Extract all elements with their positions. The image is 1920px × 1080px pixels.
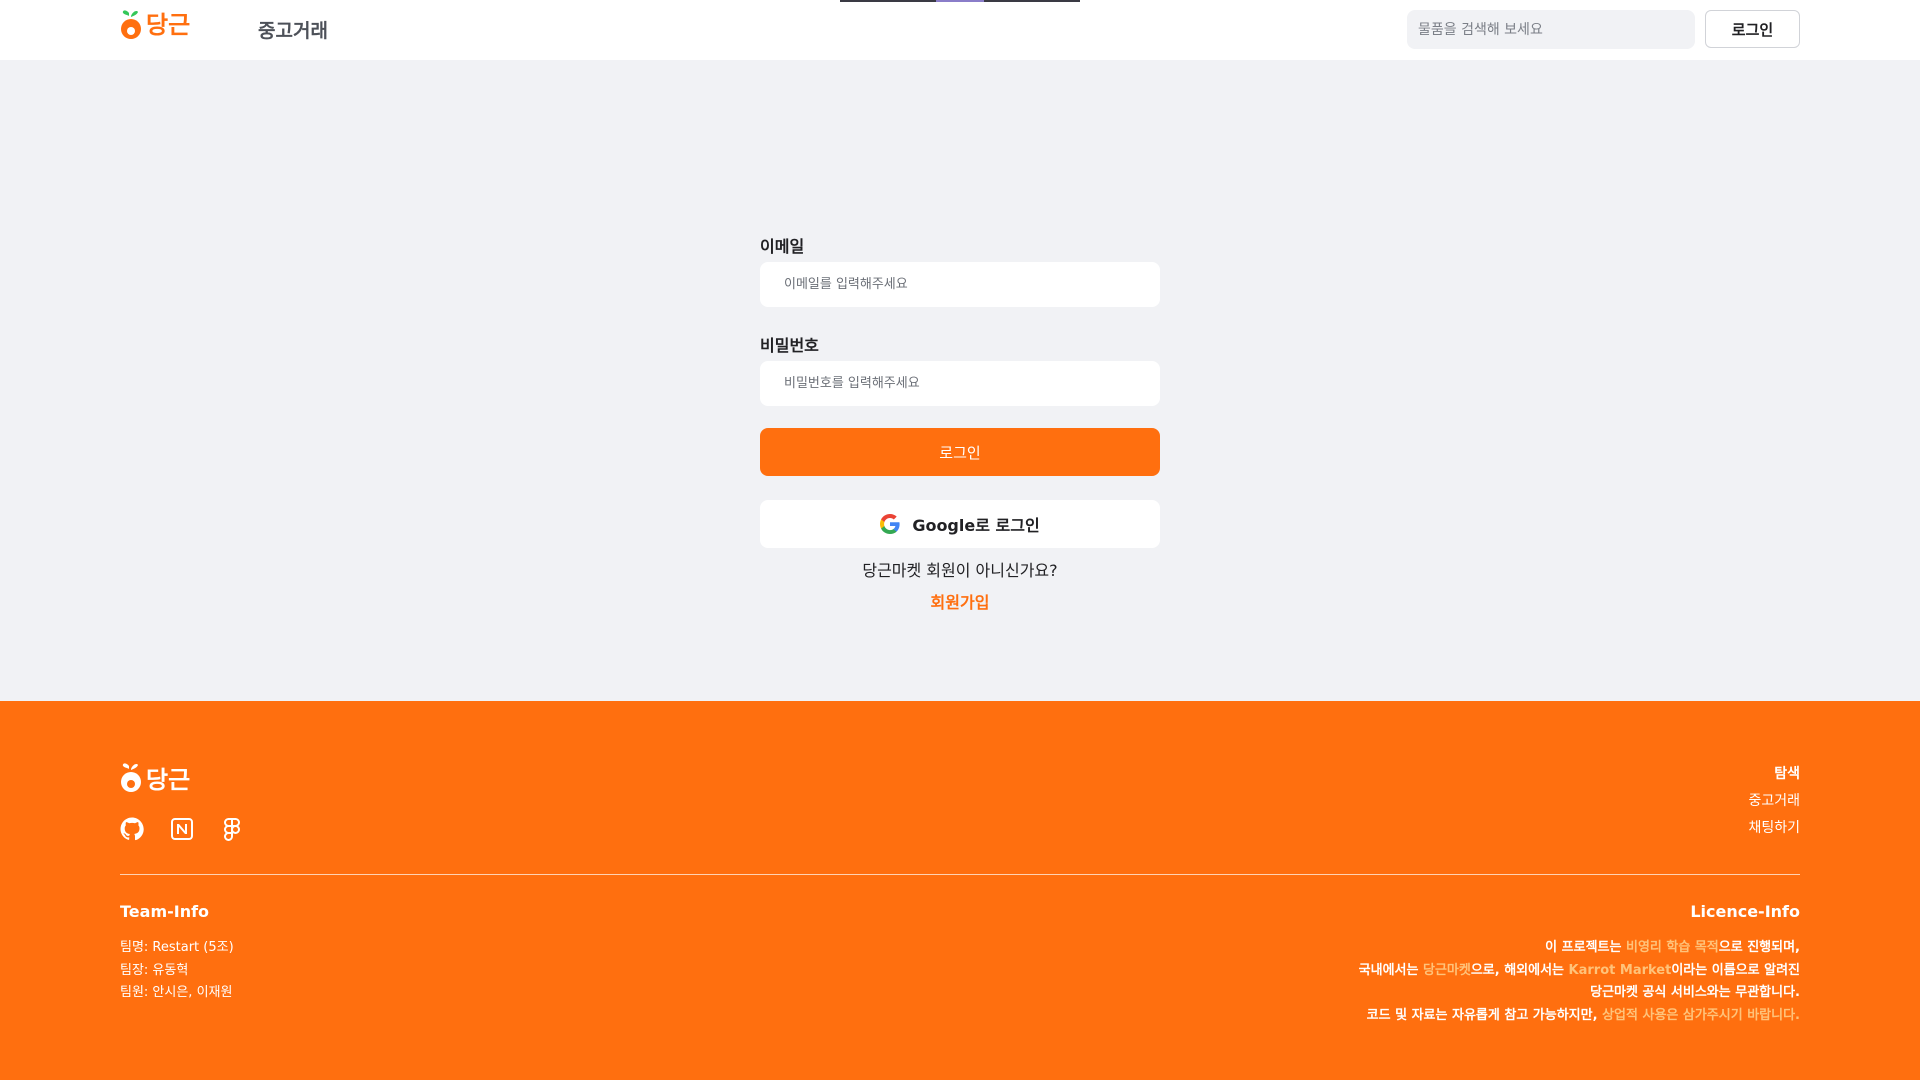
- licence-text: 국내에서는: [1358, 962, 1423, 978]
- figma-icon[interactable]: [220, 817, 244, 841]
- licence-line-1: 이 프로젝트는 비영리 학습 목적으로 진행되며,: [1359, 937, 1800, 960]
- licence-info-title: Licence-Info: [1690, 902, 1800, 921]
- password-label: 비밀번호: [760, 336, 819, 355]
- footer-divider: [120, 874, 1800, 875]
- not-member-text: 당근마켓 회원이 아니신가요?: [862, 561, 1058, 580]
- team-info-lines: 팀명: Restart (5조) 팀장: 유동혁 팀원: 안시은, 이재원: [120, 937, 234, 1005]
- github-icon[interactable]: [120, 817, 144, 841]
- licence-line-4: 코드 및 자료는 자유롭게 참고 가능하지만, 상업적 사용은 삼가주시기 바랍…: [1359, 1005, 1800, 1028]
- email-label: 이메일: [760, 237, 805, 256]
- licence-highlight: 비영리 학습 목적: [1625, 940, 1719, 955]
- footer-logo[interactable]: 당근: [120, 761, 190, 799]
- carrot-logo-icon: [120, 8, 142, 42]
- licence-highlight: 상업적 사용은 삼가주시기 바랍니다.: [1602, 1007, 1800, 1023]
- team-leader-line: 팀장: 유동혁: [120, 962, 189, 978]
- google-login-button[interactable]: Google로 로그인: [760, 500, 1160, 548]
- licence-text: 으로, 해외에서는: [1470, 962, 1569, 978]
- password-block: 비밀번호: [760, 334, 1160, 406]
- top-header: 당근 중고거래 로그인: [0, 0, 1920, 60]
- footer-nav-used-trade[interactable]: 중고거래: [1748, 788, 1800, 815]
- logo[interactable]: 당근: [120, 8, 190, 42]
- email-field[interactable]: [760, 262, 1160, 307]
- login-form: 이메일 비밀번호 로그인 Google로 로그인 당근마켓 회원이 아니신가요?…: [760, 235, 1160, 612]
- licence-text: 으로 진행되며,: [1718, 940, 1800, 955]
- notion-icon[interactable]: [170, 817, 194, 841]
- licence-highlight: Karrot Market: [1568, 962, 1672, 978]
- team-info-title: Team-Info: [120, 902, 210, 921]
- licence-highlight: 당근마켓: [1422, 962, 1471, 978]
- google-icon: [880, 514, 900, 534]
- signup-link[interactable]: 회원가입: [760, 589, 1160, 613]
- nav-used-trade[interactable]: 중고거래: [258, 16, 328, 43]
- search-input[interactable]: [1407, 10, 1695, 49]
- social-links: [120, 817, 244, 841]
- carrot-logo-icon: [120, 761, 142, 799]
- top-progress-strip: [840, 0, 1080, 2]
- footer-nav: 탐색 중고거래 채팅하기: [1748, 761, 1800, 842]
- email-block: 이메일: [760, 235, 1160, 307]
- footer: 당근 탐색 중고거래 채팅하기 Team-Info 팀명: Restart (5…: [0, 701, 1920, 1080]
- login-submit-button[interactable]: 로그인: [760, 428, 1160, 476]
- licence-info-lines: 이 프로젝트는 비영리 학습 목적으로 진행되며, 국내에서는 당근마켓으로, …: [1359, 937, 1800, 1027]
- licence-text: 코드 및 자료는 자유롭게 참고 가능하지만,: [1366, 1007, 1603, 1023]
- header-login-button[interactable]: 로그인: [1705, 10, 1800, 48]
- licence-line-2: 국내에서는 당근마켓으로, 해외에서는 Karrot Market이라는 이름으…: [1359, 960, 1800, 983]
- logo-text: 당근: [146, 11, 191, 39]
- licence-text: 이라는 이름으로 알려진: [1671, 962, 1800, 978]
- footer-logo-text: 당근: [146, 766, 191, 794]
- team-members-line: 팀원: 안시은, 이재원: [120, 985, 233, 1000]
- footer-nav-explore[interactable]: 탐색: [1748, 761, 1800, 788]
- licence-text: 이 프로젝트는: [1545, 940, 1626, 955]
- licence-line-3: 당근마켓 공식 서비스와는 무관합니다.: [1590, 985, 1800, 1000]
- footer-nav-chat[interactable]: 채팅하기: [1748, 815, 1800, 842]
- team-name-line: 팀명: Restart (5조): [120, 940, 234, 955]
- password-field[interactable]: [760, 361, 1160, 406]
- google-button-label: Google로 로그인: [912, 516, 1040, 535]
